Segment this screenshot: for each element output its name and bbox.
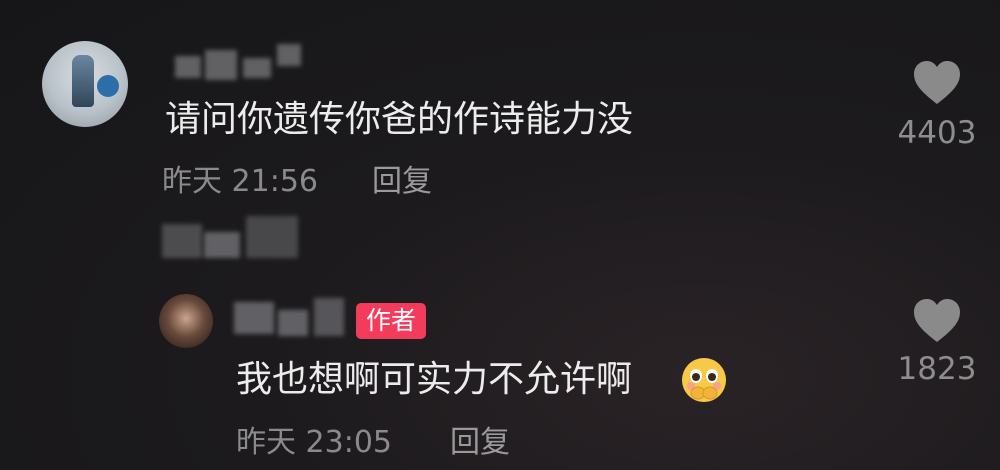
reply-text: 我也想啊可实力不允许啊 <box>236 359 633 400</box>
author-avatar[interactable] <box>159 294 213 348</box>
reply-like-group[interactable]: 1823 <box>882 298 992 394</box>
comment-text: 请问你遗传你爸的作诗能力没 <box>165 99 634 140</box>
reply-reply-button[interactable]: 回复 <box>450 428 510 458</box>
comment-timestamp: 昨天 21:56 <box>162 164 318 199</box>
heart-icon[interactable] <box>913 298 961 344</box>
commenter-avatar[interactable] <box>42 41 128 127</box>
author-badge: 作者 <box>356 303 427 339</box>
reply-like-count: 1823 <box>897 351 977 387</box>
comment-like-count: 4403 <box>897 115 977 151</box>
author-username-redacted[interactable] <box>234 296 346 340</box>
view-replies-redacted[interactable] <box>162 212 302 260</box>
avatar-figure <box>72 55 94 107</box>
commenter-username-redacted[interactable] <box>165 42 305 80</box>
comment-like-group[interactable]: 4403 <box>882 60 992 160</box>
heart-icon[interactable] <box>913 60 961 106</box>
pleading-face-emoji <box>682 358 726 402</box>
avatar-fan <box>97 75 119 97</box>
comment-reply-button[interactable]: 回复 <box>372 167 432 197</box>
reply-timestamp: 昨天 23:05 <box>236 425 392 460</box>
